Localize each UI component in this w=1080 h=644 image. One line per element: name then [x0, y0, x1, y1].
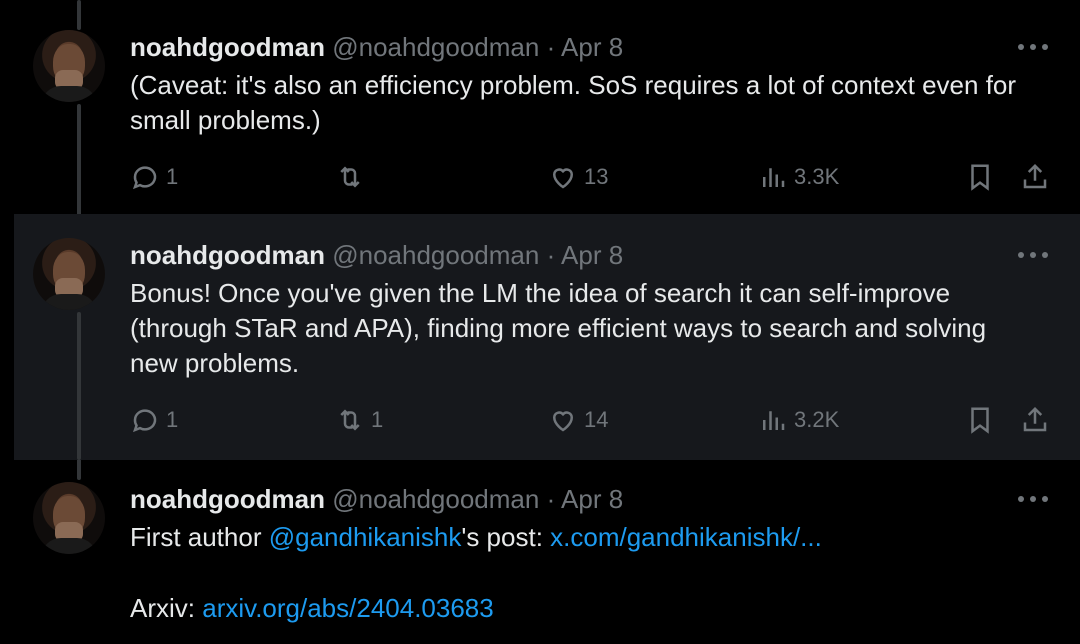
avatar[interactable]: [33, 238, 105, 310]
tweet-actions: 1 1 14 3.2K: [130, 405, 1050, 439]
views-button[interactable]: 3.3K: [758, 162, 839, 192]
bookmark-icon: [971, 407, 989, 434]
views-icon: [763, 168, 785, 187]
share-icon: [1023, 163, 1047, 189]
author-name[interactable]: noahdgoodman: [130, 240, 325, 270]
bookmark-button[interactable]: [965, 162, 1001, 192]
tweet-text: First author @gandhikanishk's post: x.co…: [130, 520, 1040, 555]
tweet-header: noahdgoodman @noahdgoodman · Apr 8: [130, 32, 623, 62]
author-name[interactable]: noahdgoodman: [130, 32, 325, 62]
heart-icon: [552, 411, 574, 432]
reply-icon: [132, 166, 157, 190]
bookmark-button[interactable]: [965, 405, 1001, 435]
tweet-date[interactable]: Apr 8: [561, 240, 623, 270]
tweet-text-arxiv: Arxiv: arxiv.org/abs/2404.03683: [130, 591, 1040, 626]
bookmark-icon: [971, 164, 989, 191]
separator: ·: [546, 240, 556, 270]
author-name[interactable]: noahdgoodman: [130, 484, 325, 514]
tweet-header: noahdgoodman @noahdgoodman · Apr 8: [130, 484, 623, 514]
repost-icon: [340, 166, 360, 188]
like-count: 14: [584, 407, 609, 432]
tweet-date[interactable]: Apr 8: [561, 484, 623, 514]
like-count: 13: [584, 164, 609, 189]
reply-button[interactable]: 1: [130, 162, 178, 192]
separator: ·: [546, 484, 556, 514]
reply-icon: [132, 409, 157, 433]
heart-icon: [552, 168, 574, 189]
like-button[interactable]: 14: [548, 405, 608, 435]
author-handle[interactable]: @noahdgoodman: [332, 484, 539, 514]
more-icon[interactable]: [1018, 41, 1048, 53]
arxiv-link[interactable]: arxiv.org/abs/2404.03683: [202, 593, 494, 623]
text-prefix: First author: [130, 522, 269, 552]
tweet-text: (Caveat: it's also an efficiency problem…: [130, 70, 1017, 135]
separator: ·: [546, 32, 556, 62]
views-button[interactable]: 3.2K: [758, 405, 839, 435]
view-count: 3.3K: [794, 164, 840, 189]
post-link[interactable]: x.com/gandhikanishk/...: [550, 522, 822, 552]
repost-count: 1: [371, 407, 384, 432]
repost-button[interactable]: 1: [335, 405, 383, 435]
reply-count: 1: [166, 407, 179, 432]
share-button[interactable]: [1020, 405, 1056, 435]
avatar[interactable]: [33, 482, 105, 554]
repost-icon: [340, 409, 360, 431]
tweet-actions: 1 13 3.3K: [130, 162, 1050, 196]
reply-button[interactable]: 1: [130, 405, 178, 435]
arxiv-label: Arxiv:: [130, 593, 203, 623]
share-button[interactable]: [1020, 162, 1056, 192]
tweet-date[interactable]: Apr 8: [561, 32, 623, 62]
views-icon: [763, 411, 785, 430]
author-handle[interactable]: @noahdgoodman: [332, 32, 539, 62]
more-icon[interactable]: [1018, 493, 1048, 505]
more-icon[interactable]: [1018, 249, 1048, 261]
view-count: 3.2K: [794, 407, 840, 432]
mention-link[interactable]: @gandhikanishk: [269, 522, 462, 552]
tweet-text: Bonus! Once you've given the LM the idea…: [130, 278, 987, 378]
repost-button[interactable]: [335, 162, 371, 192]
thread-line-2b: [77, 312, 81, 460]
author-handle[interactable]: @noahdgoodman: [332, 240, 539, 270]
like-button[interactable]: 13: [548, 162, 608, 192]
tweet-header: noahdgoodman @noahdgoodman · Apr 8: [130, 240, 623, 270]
share-icon: [1023, 406, 1047, 432]
text-mid: 's post:: [461, 522, 551, 552]
reply-count: 1: [166, 164, 179, 189]
avatar[interactable]: [33, 30, 105, 102]
